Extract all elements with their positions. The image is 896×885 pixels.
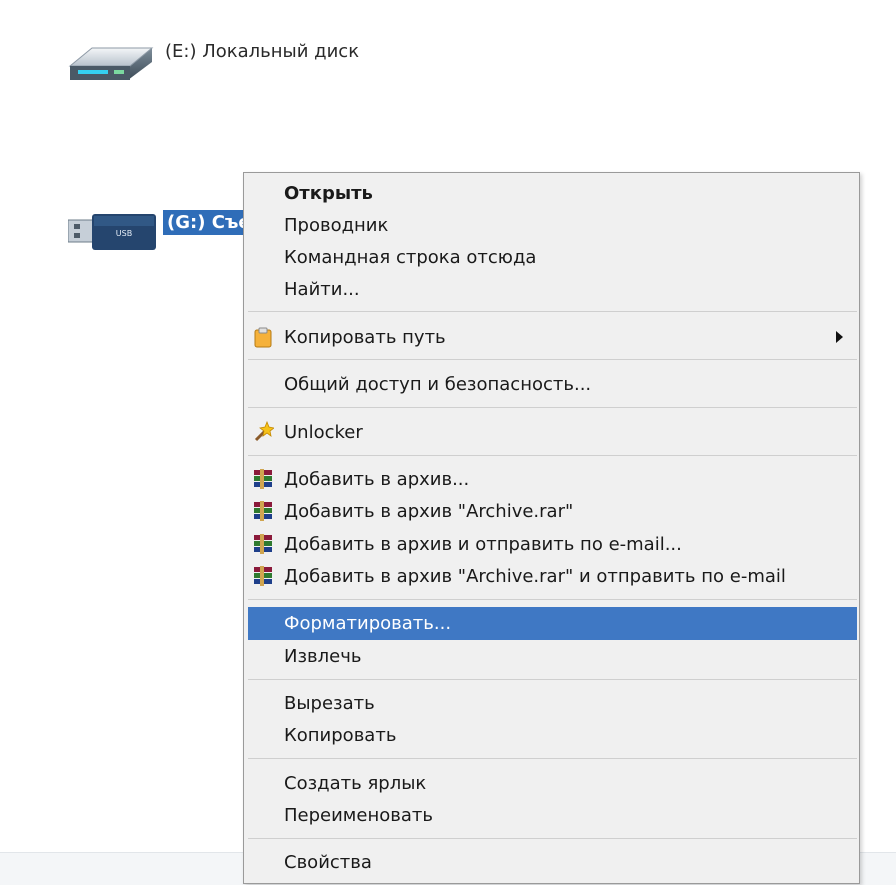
- menu-item-label: Копировать путь: [284, 326, 446, 348]
- winrar-books-icon: [254, 501, 272, 521]
- menu-item-unlocker[interactable]: Unlocker: [248, 416, 857, 448]
- menu-separator: [248, 311, 857, 312]
- menu-item-label: Открыть: [284, 182, 373, 204]
- menu-item-add-archive[interactable]: Добавить в архив...: [248, 463, 857, 495]
- menu-item-label: Проводник: [284, 214, 389, 236]
- menu-item-cmd-here[interactable]: Командная строка отсюда: [248, 241, 857, 273]
- menu-separator: [248, 679, 857, 680]
- menu-item-open[interactable]: Открыть: [248, 177, 857, 209]
- submenu-arrow-icon: [836, 331, 843, 343]
- menu-item-label: Добавить в архив...: [284, 468, 470, 490]
- menu-separator: [248, 758, 857, 759]
- menu-item-create-shortcut[interactable]: Создать ярлык: [248, 767, 857, 799]
- menu-item-properties[interactable]: Свойства: [248, 846, 857, 878]
- menu-item-label: Извлечь: [284, 645, 362, 667]
- winrar-books-icon: [254, 534, 272, 554]
- clipboard-icon: [254, 327, 272, 348]
- menu-item-copy[interactable]: Копировать: [248, 719, 857, 751]
- menu-separator: [248, 359, 857, 360]
- menu-item-label: Добавить в архив "Archive.rar": [284, 500, 574, 522]
- menu-separator: [248, 407, 857, 408]
- drive-g-label[interactable]: (G:) Съе: [163, 210, 253, 235]
- winrar-books-icon: [254, 469, 272, 489]
- menu-item-label: Создать ярлык: [284, 772, 427, 794]
- context-menu: Открыть Проводник Командная строка отсюд…: [243, 172, 860, 884]
- menu-separator: [248, 599, 857, 600]
- menu-item-add-archive-rar[interactable]: Добавить в архив "Archive.rar": [248, 495, 857, 527]
- drive-g-icon-wrapper[interactable]: USB: [68, 208, 158, 254]
- menu-separator: [248, 455, 857, 456]
- menu-item-eject[interactable]: Извлечь: [248, 640, 857, 672]
- menu-item-label: Найти...: [284, 278, 360, 300]
- menu-item-add-archive-email[interactable]: Добавить в архив и отправить по e-mail..…: [248, 528, 857, 560]
- menu-item-rename[interactable]: Переименовать: [248, 799, 857, 831]
- drive-e-icon-wrapper[interactable]: [68, 40, 154, 84]
- menu-item-label: Копировать: [284, 724, 397, 746]
- menu-item-explorer[interactable]: Проводник: [248, 209, 857, 241]
- menu-separator: [248, 838, 857, 839]
- menu-item-label: Форматировать...: [284, 613, 452, 634]
- usb-drive-icon: USB: [68, 214, 156, 250]
- menu-item-label: Свойства: [284, 851, 372, 873]
- menu-item-sharing[interactable]: Общий доступ и безопасность...: [248, 368, 857, 400]
- magic-wand-icon: [254, 421, 274, 442]
- menu-item-label: Переименовать: [284, 804, 433, 826]
- svg-text:USB: USB: [116, 229, 132, 238]
- menu-item-label: Добавить в архив и отправить по e-mail..…: [284, 533, 682, 555]
- menu-item-find[interactable]: Найти...: [248, 273, 857, 305]
- menu-item-format[interactable]: Форматировать...: [248, 607, 857, 640]
- menu-item-copy-path[interactable]: Копировать путь: [248, 321, 857, 353]
- menu-item-label: Командная строка отсюда: [284, 246, 537, 268]
- menu-item-label: Вырезать: [284, 692, 375, 714]
- hard-drive-icon: [68, 47, 154, 80]
- menu-item-label: Добавить в архив "Archive.rar" и отправи…: [284, 565, 786, 587]
- drive-e-label[interactable]: (E:) Локальный диск: [165, 41, 359, 62]
- menu-item-add-archive-rar-email[interactable]: Добавить в архив "Archive.rar" и отправи…: [248, 560, 857, 592]
- menu-item-label: Unlocker: [284, 421, 363, 443]
- menu-item-label: Общий доступ и безопасность...: [284, 373, 592, 395]
- winrar-books-icon: [254, 566, 272, 586]
- menu-item-cut[interactable]: Вырезать: [248, 687, 857, 719]
